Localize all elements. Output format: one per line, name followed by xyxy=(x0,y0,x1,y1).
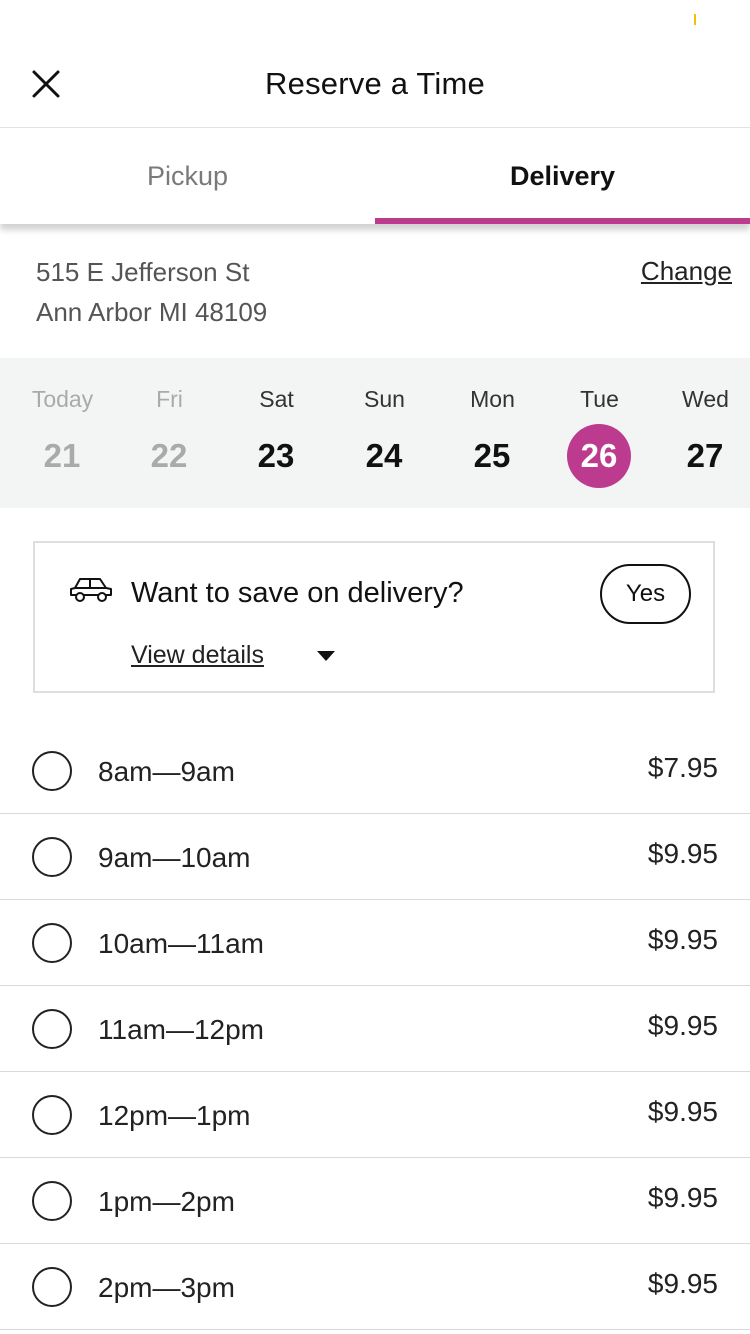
time-slot[interactable]: 12pm—1pm $9.95 xyxy=(0,1072,750,1158)
day-name: Tue xyxy=(580,386,619,412)
time-slot-list: 8am—9am $7.95 9am—10am $9.95 10am—11am $… xyxy=(0,728,750,1330)
radio-button[interactable] xyxy=(32,1095,72,1135)
radio-button[interactable] xyxy=(32,1181,72,1221)
slot-price: $9.95 xyxy=(647,924,718,955)
delivery-address: 515 E Jefferson St Ann Arbor MI 48109 xyxy=(36,252,536,332)
time-slot[interactable]: 9am—10am $9.95 xyxy=(0,814,750,900)
time-slot[interactable]: 10am—11am $9.95 xyxy=(0,900,750,986)
day-number: 21 xyxy=(43,437,81,474)
change-address-link[interactable]: Change xyxy=(641,256,732,287)
slot-time: 2pm—3pm xyxy=(98,1272,235,1303)
date-picker: Today 21 Fri 22 Sat 23 Sun 24 Mon 25 Tue… xyxy=(0,358,750,508)
slot-time: 12pm—1pm xyxy=(98,1100,251,1131)
slot-time: 11am—12pm xyxy=(98,1014,265,1045)
time-slot[interactable]: 2pm—3pm $9.95 xyxy=(0,1244,750,1330)
slot-price: $9.95 xyxy=(647,838,718,869)
day-name: Today xyxy=(31,386,94,412)
day-name: Sat xyxy=(259,386,294,412)
radio-button[interactable] xyxy=(32,1009,72,1049)
slot-time: 8am—9am xyxy=(98,756,235,787)
slot-time: 9am—10am xyxy=(98,842,251,873)
day-number: 25 xyxy=(473,437,511,474)
tab-pickup-label: Pickup xyxy=(146,161,229,191)
date-mon[interactable]: Mon 25 xyxy=(439,358,546,508)
delivery-savings-promo: Want to save on delivery? View details Y… xyxy=(33,541,715,693)
slot-price: $9.95 xyxy=(647,1268,718,1299)
slot-price: $9.95 xyxy=(647,1182,718,1213)
chevron-down-icon[interactable] xyxy=(317,651,335,661)
slot-price: $9.95 xyxy=(647,1010,718,1041)
fulfillment-tabs: Pickup Delivery xyxy=(0,128,750,224)
status-indicator xyxy=(694,14,696,25)
radio-button[interactable] xyxy=(32,837,72,877)
tab-delivery-label: Delivery xyxy=(509,161,616,191)
day-name: Mon xyxy=(470,386,515,412)
radio-button[interactable] xyxy=(32,751,72,791)
tab-delivery[interactable]: Delivery xyxy=(375,128,750,224)
reserve-time-screen: Reserve a Time Pickup Delivery 515 E Jef… xyxy=(0,0,750,1334)
time-slot[interactable]: 11am—12pm $9.95 xyxy=(0,986,750,1072)
header: Reserve a Time xyxy=(0,40,750,128)
date-today: Today 21 xyxy=(9,358,116,508)
day-name: Wed xyxy=(682,386,729,412)
radio-button[interactable] xyxy=(32,1267,72,1307)
active-tab-indicator xyxy=(375,218,750,224)
date-tue[interactable]: Tue 26 xyxy=(546,358,653,508)
time-slot[interactable]: 8am—9am $7.95 xyxy=(0,728,750,814)
promo-title: Want to save on delivery? xyxy=(131,577,464,609)
tab-pickup[interactable]: Pickup xyxy=(0,128,375,224)
date-sun[interactable]: Sun 24 xyxy=(331,358,438,508)
page-title: Reserve a Time xyxy=(265,66,485,101)
car-icon xyxy=(70,578,112,602)
day-number: 26 xyxy=(567,424,631,488)
day-name: Sun xyxy=(364,386,405,412)
yes-button[interactable]: Yes xyxy=(600,564,691,624)
slot-price: $7.95 xyxy=(647,752,718,783)
radio-button[interactable] xyxy=(32,923,72,963)
date-wed[interactable]: Wed 27 xyxy=(652,358,750,508)
date-sat[interactable]: Sat 23 xyxy=(223,358,330,508)
date-fri: Fri 22 xyxy=(116,358,223,508)
address-line-2: Ann Arbor MI 48109 xyxy=(36,297,268,327)
day-number: 27 xyxy=(686,437,724,474)
day-number: 23 xyxy=(257,437,295,474)
day-number: 24 xyxy=(365,437,403,474)
time-slot[interactable]: 1pm—2pm $9.95 xyxy=(0,1158,750,1244)
slot-time: 10am—11am xyxy=(98,928,265,959)
slot-price: $9.95 xyxy=(647,1096,718,1127)
day-number: 22 xyxy=(150,437,188,474)
slot-time: 1pm—2pm xyxy=(98,1186,235,1217)
address-line-1: 515 E Jefferson St xyxy=(36,257,250,287)
view-details-link[interactable]: View details xyxy=(131,641,264,670)
day-name: Fri xyxy=(156,386,183,412)
